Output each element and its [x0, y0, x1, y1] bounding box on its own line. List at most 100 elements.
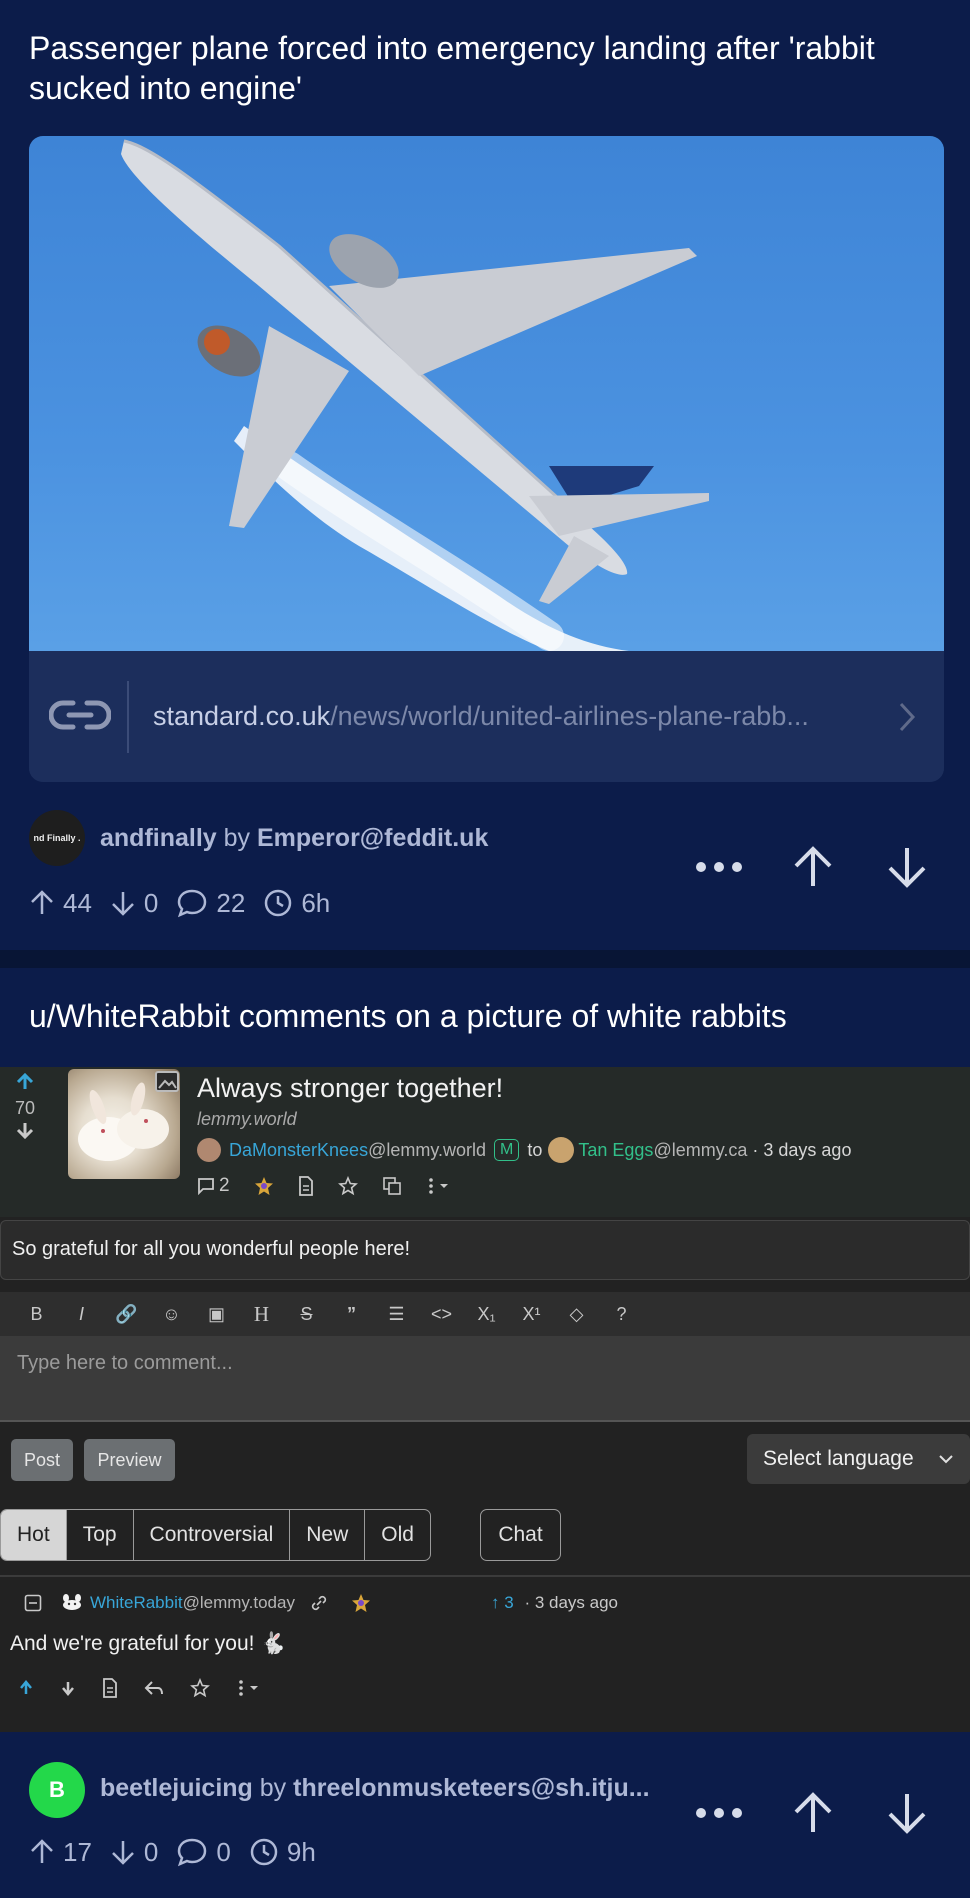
post-media[interactable]: standard.co.uk/news/world/united-airline…: [29, 136, 944, 782]
select-language-dropdown: Select language: [747, 1434, 970, 1484]
score: 70: [14, 1098, 36, 1118]
screenshot-post-tools: 2: [197, 1175, 476, 1197]
comment-header: WhiteRabbit @lemmy.today ↑ 3 · 3 days ago: [24, 1593, 618, 1613]
upvote-count: 44: [29, 888, 92, 919]
upvote-button[interactable]: [778, 840, 848, 894]
more-options-button[interactable]: [684, 840, 754, 894]
list-icon: ☰: [388, 1303, 405, 1324]
by-label: by: [223, 824, 251, 852]
commenter-name: WhiteRabbit: [90, 1593, 183, 1612]
arrow-up-icon: [31, 1839, 53, 1863]
more-dots-icon: [696, 862, 742, 872]
post-button: Post: [11, 1439, 73, 1481]
commenter-avatar-icon: [63, 1594, 81, 1610]
sort-controversial: Controversial: [134, 1510, 291, 1560]
downvote-count: 0: [110, 888, 158, 919]
image-icon: ▣: [207, 1303, 225, 1324]
code-icon: <>: [430, 1303, 453, 1324]
comment-text: And we're grateful for you! 🐇: [10, 1632, 287, 1655]
chevron-right-icon: [899, 702, 916, 732]
airplane-illustration: [121, 139, 709, 651]
more-options-button[interactable]: [684, 1786, 754, 1840]
sort-old: Old: [381, 1523, 414, 1546]
community-name[interactable]: andfinally: [100, 824, 217, 852]
arrow-down-icon: [888, 848, 926, 888]
author-name[interactable]: threelonmusketeers@sh.itju...: [293, 1774, 649, 1802]
chat-button: Chat: [480, 1509, 561, 1561]
select-language-label: Select language: [763, 1447, 914, 1470]
help-icon: ?: [616, 1303, 627, 1324]
upvote-button[interactable]: [778, 1786, 848, 1840]
comment-count[interactable]: 22: [176, 888, 245, 919]
sort-hot: Hot: [1, 1510, 67, 1560]
downvote-count: 0: [110, 1837, 158, 1868]
community-name[interactable]: beetlejuicing: [100, 1774, 253, 1802]
clock-icon: [265, 889, 292, 917]
italic-icon: I: [78, 1303, 84, 1324]
award-icon: [351, 1594, 370, 1612]
post-separator: [0, 950, 970, 968]
arrow-up-icon: [794, 846, 832, 886]
link-path: /news/world/united-airlines-plane-rabb..…: [330, 701, 809, 731]
bold-icon: B: [30, 1303, 43, 1324]
superscript-icon: X¹: [522, 1303, 541, 1324]
screenshot-post-title: Always stronger together!: [197, 1073, 504, 1103]
comment-count[interactable]: 0: [176, 1837, 231, 1868]
link-icon: 🔗: [115, 1303, 138, 1324]
community-avatar[interactable]: B: [29, 1762, 85, 1818]
post-stats: 44 0 22 6h: [29, 885, 348, 921]
comment-textarea: Type here to comment...: [0, 1336, 970, 1422]
post-screenshot-image[interactable]: 70 Always stronger together! lemmy.world…: [0, 1067, 970, 1732]
preview-button: Preview: [84, 1439, 175, 1481]
poster-avatar: [197, 1138, 221, 1162]
community-avatar: [548, 1137, 575, 1163]
post-card[interactable]: u/WhiteRabbit comments on a picture of w…: [0, 968, 970, 1732]
sort-new: New: [290, 1510, 366, 1560]
lemmy-post-row: 70 Always stronger together! lemmy.world…: [0, 1067, 970, 1217]
spoiler-icon: ◇: [569, 1303, 584, 1324]
screenshot-post-body: So grateful for all you wonderful people…: [0, 1220, 970, 1280]
editor-toolbar: B I 🔗 ☺ ▣ H S ” ☰ <> X₁ X¹ ◇ ?: [0, 1292, 970, 1336]
post-link-bar[interactable]: standard.co.uk/news/world/united-airline…: [29, 651, 944, 782]
sort-top: Top: [67, 1510, 134, 1560]
comment-bubble-icon: [178, 889, 207, 918]
to-label: to: [527, 1139, 543, 1160]
community-instance: @lemmy.ca: [653, 1139, 748, 1160]
downvote-button[interactable]: [872, 1786, 942, 1840]
chevron-down-icon: [939, 1455, 953, 1464]
post-title[interactable]: Passenger plane forced into emergency la…: [29, 28, 949, 108]
screenshot-byline: DaMonsterKnees @lemmy.world M to Tan Eggs…: [197, 1137, 851, 1163]
post-card[interactable]: Passenger plane forced into emergency la…: [0, 0, 970, 950]
star-icon: [337, 1176, 358, 1196]
reply-icon: [144, 1680, 164, 1696]
link-icon: [311, 1595, 327, 1611]
post-byline: andfinally by Emperor@feddit.uk: [100, 822, 488, 854]
post-image[interactable]: [29, 136, 944, 651]
strikethrough-icon: S: [300, 1303, 313, 1324]
collapse-icon: [24, 1594, 42, 1612]
arrow-up-icon: [31, 890, 53, 914]
screenshot-instance: lemmy.world: [197, 1109, 297, 1129]
feed: Passenger plane forced into emergency la…: [0, 0, 970, 1898]
poster-instance: @lemmy.world: [368, 1139, 487, 1160]
arrow-down-icon: [888, 1794, 926, 1834]
commenter-instance: @lemmy.today: [182, 1593, 295, 1612]
post-card[interactable]: B beetlejuicing by threelonmusketeers@sh…: [0, 1732, 970, 1898]
sort-tabs: Hot Top Controversial New Old: [0, 1509, 431, 1561]
post-link-url[interactable]: standard.co.uk/news/world/united-airline…: [153, 699, 809, 733]
post-age: 6h: [263, 888, 330, 919]
community-avatar[interactable]: nd Finally .: [29, 810, 85, 866]
downvote-button[interactable]: [872, 840, 942, 894]
arrow-down-icon: [60, 1680, 76, 1696]
vote-column: 70: [12, 1072, 38, 1144]
comment-tools: [18, 1678, 288, 1698]
link-icon: [49, 700, 111, 730]
post-title[interactable]: u/WhiteRabbit comments on a picture of w…: [29, 996, 949, 1036]
arrow-up-icon: [794, 1792, 832, 1832]
post-byline: beetlejuicing by threelonmusketeers@sh.i…: [100, 1772, 650, 1804]
link-domain: standard.co.uk: [153, 701, 331, 731]
clock-icon: [250, 1838, 278, 1866]
document-icon: [102, 1678, 118, 1698]
author-name[interactable]: Emperor@feddit.uk: [257, 824, 488, 852]
post-age: · 3 days ago: [752, 1139, 852, 1160]
